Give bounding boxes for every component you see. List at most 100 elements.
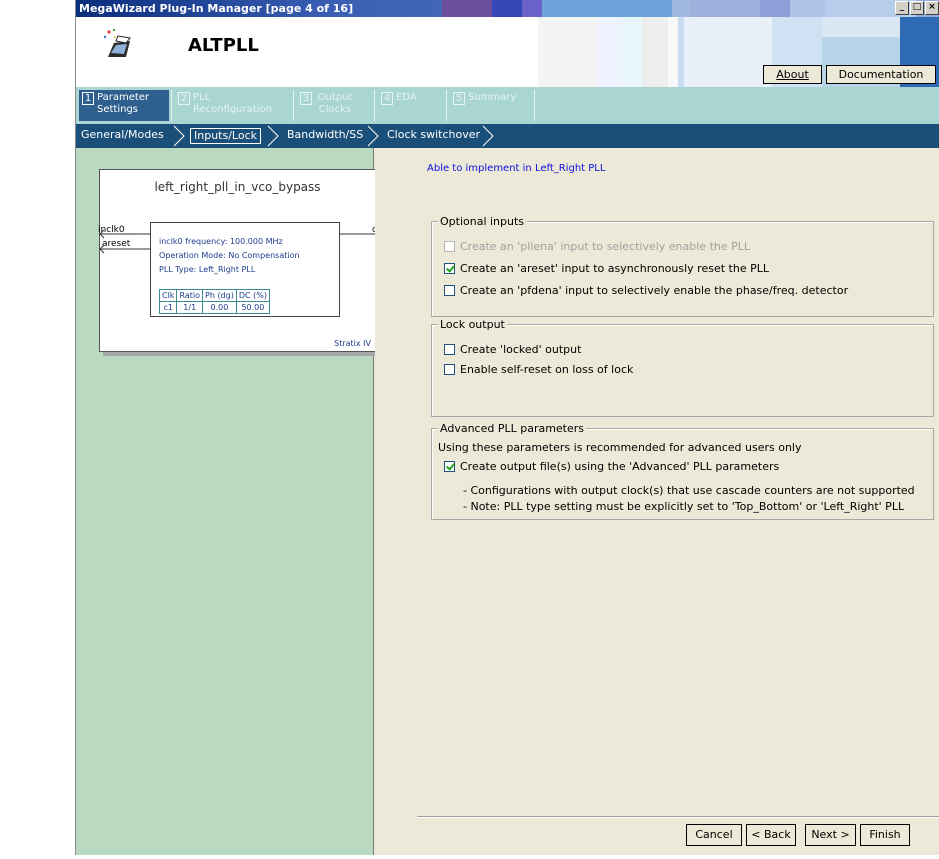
option-label: Create an 'pllena' input to selectively …: [460, 240, 751, 253]
header-decoration: [684, 17, 772, 87]
table-cell: 0.00: [202, 301, 237, 314]
settings-pane: Able to implement in Left_Right PLL Opti…: [375, 148, 939, 855]
table-cell: 1/1: [176, 301, 203, 314]
pllena-option[interactable]: Create an 'pllena' input to selectively …: [444, 240, 750, 253]
chevron-right-icon: [367, 125, 379, 147]
advanced-params-checkbox[interactable]: [444, 461, 455, 472]
option-label: Enable self-reset on loss of lock: [460, 363, 634, 376]
advanced-pll-group: Advanced PLL parameters Using these para…: [431, 422, 934, 520]
wizard-header: ALTPLL About Documentation: [76, 17, 939, 87]
sub-navigation: General/Modes Inputs/Lock Bandwidth/SS C…: [76, 124, 939, 148]
subtab-clock-switchover[interactable]: Clock switchover: [384, 128, 483, 144]
wizard-window: MegaWizard Plug-In Manager [page 4 of 16…: [75, 0, 939, 855]
advanced-note-cascade: - Configurations with output clock(s) th…: [463, 484, 915, 497]
tab-divider: [374, 90, 375, 121]
subtab-bandwidth-ss[interactable]: Bandwidth/SS: [284, 128, 366, 144]
title-decoration: [760, 0, 790, 17]
self-reset-option[interactable]: Enable self-reset on loss of lock: [444, 363, 633, 376]
tab-output-clocks[interactable]: 3 Output Clocks: [297, 90, 367, 121]
back-button[interactable]: < Back: [746, 824, 796, 846]
pllena-checkbox[interactable]: [444, 241, 455, 252]
optional-inputs-group: Optional inputs Create an 'pllena' input…: [431, 215, 934, 317]
areset-checkbox[interactable]: [444, 263, 455, 274]
chevron-right-icon: [173, 125, 185, 147]
areset-option[interactable]: Create an 'areset' input to asynchronous…: [444, 262, 769, 275]
title-decoration: [522, 0, 542, 17]
tab-divider: [446, 90, 447, 121]
title-decoration: [442, 0, 492, 17]
tab-divider: [171, 90, 172, 121]
step-label: Output Clocks: [317, 92, 353, 115]
device-family: Stratix IV: [334, 339, 371, 348]
pfdena-option[interactable]: Create an 'pfdena' input to selectively …: [444, 284, 848, 297]
about-label: About: [776, 68, 809, 81]
option-label: Create output file(s) using the 'Advance…: [460, 460, 780, 473]
group-label: Advanced PLL parameters: [438, 422, 587, 435]
title-bar[interactable]: MegaWizard Plug-In Manager [page 4 of 16…: [76, 0, 939, 17]
header-decoration: [598, 17, 622, 87]
subtab-inputs-lock[interactable]: Inputs/Lock: [190, 128, 262, 144]
step-number: 4: [381, 92, 393, 105]
header-decoration: [642, 17, 668, 87]
step-number: 3: [300, 92, 312, 105]
option-label: Create an 'areset' input to asynchronous…: [460, 262, 769, 275]
group-label: Optional inputs: [438, 215, 527, 228]
table-cell: 50.00: [235, 301, 270, 314]
chevron-right-icon: [482, 125, 494, 147]
title-decoration: [690, 0, 760, 17]
header-decoration: [822, 17, 900, 37]
step-label: PLL Reconfiguration: [193, 92, 272, 115]
table-header-row: Clk Ratio Ph (dg) DC (%): [158, 289, 270, 302]
documentation-label: Documentation: [838, 68, 924, 81]
symbol-preview-pane: left_right_pll_in_vco_bypass inclk0 ares…: [76, 148, 392, 855]
step-label: EDA: [396, 92, 417, 103]
clock-table: Clk Ratio Ph (dg) DC (%) c1 1/1 0.00 50.…: [158, 289, 270, 314]
window-title: MegaWizard Plug-In Manager [page 4 of 16…: [79, 2, 354, 15]
finish-button[interactable]: Finish: [860, 824, 910, 846]
title-decoration: [542, 0, 672, 17]
lock-output-group: Lock output Create 'locked' output Enabl…: [431, 318, 934, 417]
step-number: 2: [178, 92, 190, 105]
subtab-general-modes[interactable]: General/Modes: [78, 128, 167, 144]
pfdena-checkbox[interactable]: [444, 285, 455, 296]
tab-summary[interactable]: 5 Summary: [450, 90, 530, 121]
info-frequency: inclk0 frequency: 100.000 MHz: [159, 237, 283, 246]
button-separator: [417, 816, 939, 818]
close-icon[interactable]: ×: [925, 1, 939, 15]
tab-eda[interactable]: 4 EDA: [378, 90, 428, 121]
header-decoration: [452, 17, 538, 87]
option-label: Create 'locked' output: [460, 343, 582, 356]
locked-output-checkbox[interactable]: [444, 344, 455, 355]
advanced-note-pll-type: - Note: PLL type setting must be explici…: [463, 500, 905, 513]
header-decoration: [622, 17, 642, 87]
title-decoration: [672, 0, 690, 17]
tab-pll-reconfiguration[interactable]: 2 PLL Reconfiguration: [175, 90, 285, 121]
option-label: Create an 'pfdena' input to selectively …: [460, 284, 849, 297]
tab-parameter-settings[interactable]: 1 Parameter Settings: [79, 90, 169, 121]
minimize-icon[interactable]: _: [895, 1, 909, 15]
window-controls: _ □ ×: [895, 1, 939, 15]
advanced-note: Using these parameters is recommended fo…: [438, 441, 802, 454]
cancel-button[interactable]: Cancel: [686, 824, 742, 846]
info-operation-mode: Operation Mode: No Compensation: [159, 251, 300, 260]
header-decoration: [538, 17, 598, 87]
title-decoration: [492, 0, 522, 17]
table-header: Ratio: [176, 289, 203, 302]
wizard-logo-icon: [103, 28, 131, 57]
diagram-title: left_right_pll_in_vco_bypass: [154, 180, 321, 194]
step-label: Parameter Settings: [97, 92, 150, 115]
self-reset-checkbox[interactable]: [444, 364, 455, 375]
about-button[interactable]: About: [763, 65, 822, 84]
table-header: DC (%): [235, 289, 270, 302]
maximize-icon[interactable]: □: [910, 1, 924, 15]
info-pll-type: PLL Type: Left_Right PLL: [159, 265, 256, 274]
app-title: ALTPLL: [188, 35, 259, 56]
tab-divider: [293, 90, 294, 121]
documentation-button[interactable]: Documentation: [826, 65, 936, 84]
next-button[interactable]: Next >: [805, 824, 856, 846]
table-header: Clk: [158, 289, 178, 302]
table-header: Ph (dg): [202, 289, 237, 302]
advanced-params-option[interactable]: Create output file(s) using the 'Advance…: [444, 460, 779, 473]
locked-output-option[interactable]: Create 'locked' output: [444, 343, 581, 356]
pll-block: inclk0 frequency: 100.000 MHz Operation …: [150, 222, 340, 317]
